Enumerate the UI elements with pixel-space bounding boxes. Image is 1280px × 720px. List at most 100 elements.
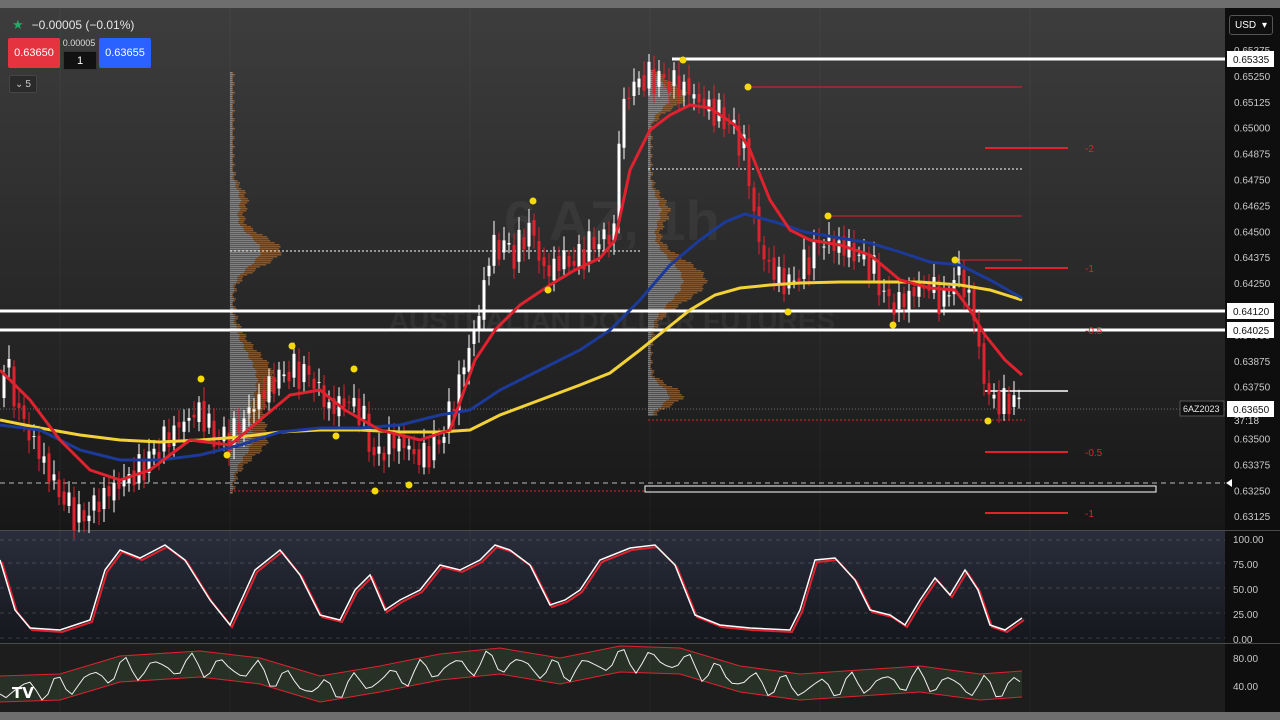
volume-profile-left-bar bbox=[230, 378, 258, 380]
candle-body bbox=[32, 436, 36, 438]
volume-profile-left-bar bbox=[230, 308, 234, 310]
volume-profile-right-bar bbox=[669, 90, 684, 92]
volume-profile-left-bar bbox=[230, 176, 233, 178]
volume-profile-left-bar bbox=[233, 314, 236, 316]
volume-profile-right-bar bbox=[648, 126, 652, 128]
volume-profile-right-bar bbox=[670, 100, 685, 102]
candle-body bbox=[342, 398, 346, 408]
volume-profile-right-bar bbox=[648, 388, 666, 390]
volume-profile-right-bar bbox=[650, 140, 651, 142]
currency-select[interactable]: USD ▾ bbox=[1229, 15, 1273, 35]
sell-button[interactable]: 0.63650 bbox=[8, 38, 60, 68]
volume-profile-left-bar bbox=[230, 230, 245, 232]
volume-profile-right-bar bbox=[650, 168, 651, 170]
volume-profile-left-bar bbox=[230, 386, 257, 388]
volume-profile-right-bar bbox=[648, 154, 651, 156]
volume-profile-left-bar bbox=[232, 304, 234, 306]
volume-profile-left-bar bbox=[232, 138, 235, 140]
candle-body bbox=[882, 290, 886, 292]
volume-profile-left-bar bbox=[230, 116, 232, 118]
volume-profile-right-bar bbox=[659, 248, 668, 250]
volume-profile-left-bar bbox=[230, 128, 233, 130]
volume-profile-left-bar bbox=[234, 476, 238, 478]
volume-profile-left-bar bbox=[251, 264, 267, 266]
candle-body bbox=[67, 492, 71, 506]
volume-profile-left-bar bbox=[230, 260, 255, 262]
volume-profile-left-bar bbox=[230, 154, 233, 156]
candle-body bbox=[262, 390, 266, 400]
candle-body bbox=[177, 422, 181, 428]
volume-profile-left-bar bbox=[233, 92, 235, 94]
volume-profile-left-bar bbox=[237, 332, 243, 334]
volume-profile-left-bar bbox=[230, 124, 232, 126]
candle-body bbox=[777, 266, 781, 284]
volume-profile-right-bar bbox=[648, 234, 657, 236]
volume-profile-left-bar bbox=[230, 192, 240, 194]
volume-profile-left-bar bbox=[230, 300, 233, 302]
indicators-collapse-button[interactable]: ⌄ 5 bbox=[9, 75, 37, 93]
price-axis-tick: 0.64875 bbox=[1234, 150, 1271, 161]
volume-profile-left-bar bbox=[230, 492, 232, 494]
volume-profile-right-bar bbox=[669, 398, 684, 400]
candle-body bbox=[82, 510, 86, 522]
volume-profile-right-bar bbox=[661, 210, 671, 212]
volume-profile-left-bar bbox=[230, 162, 233, 164]
volume-profile-right-bar bbox=[681, 272, 705, 274]
volume-profile-left-bar bbox=[232, 102, 235, 104]
candle-body bbox=[992, 394, 996, 399]
volume-profile-right-bar bbox=[648, 242, 657, 244]
price-axis-tick: 0.65000 bbox=[1234, 124, 1271, 135]
volume-profile-right-bar bbox=[648, 150, 650, 152]
volume-profile-right-bar bbox=[666, 400, 679, 402]
volume-profile-right-bar bbox=[648, 378, 655, 380]
volume-profile-right-bar bbox=[648, 406, 662, 408]
volume-profile-left-bar bbox=[230, 276, 238, 278]
candle-body bbox=[1017, 397, 1021, 400]
volume-profile-left-bar bbox=[230, 150, 232, 152]
volume-profile-left-bar bbox=[237, 214, 243, 216]
volume-profile-right-bar bbox=[648, 236, 657, 238]
volume-profile-left-bar bbox=[239, 338, 246, 340]
lower-axis-tick: 80.00 bbox=[1233, 654, 1258, 665]
volume-profile-left-bar bbox=[232, 176, 235, 178]
volume-profile-right-bar bbox=[673, 262, 692, 264]
volume-profile-right-bar bbox=[648, 122, 652, 124]
volume-profile-left-bar bbox=[230, 278, 238, 280]
candle-body bbox=[682, 81, 686, 96]
volume-profile-left-bar bbox=[230, 392, 255, 394]
chart-canvas[interactable]: 6 AZ, 1hAUSTRALIAN DOLLAR FUTURES-2-1-0.… bbox=[0, 0, 1280, 720]
volume-profile-right-bar bbox=[665, 388, 678, 390]
volume-profile-right-bar bbox=[651, 164, 654, 166]
volume-profile-left-bar bbox=[230, 168, 232, 170]
volume-profile-left-bar bbox=[256, 382, 275, 384]
quantity-input[interactable]: 1 bbox=[63, 51, 97, 70]
volume-profile-right-bar bbox=[650, 154, 653, 156]
volume-profile-right-bar bbox=[648, 364, 650, 366]
volume-profile-left-bar bbox=[232, 114, 233, 116]
volume-profile-left-bar bbox=[230, 112, 232, 114]
swing-point-dot bbox=[223, 451, 231, 459]
volume-profile-right-bar bbox=[648, 370, 652, 372]
volume-profile-right-bar bbox=[648, 300, 672, 302]
candle-body bbox=[572, 260, 576, 266]
volume-profile-left-bar bbox=[244, 270, 255, 272]
volume-profile-left-bar bbox=[230, 256, 259, 258]
volume-profile-right-bar bbox=[648, 350, 650, 352]
candle-body bbox=[752, 187, 756, 212]
volume-profile-right-bar bbox=[666, 306, 679, 308]
volume-profile-left-bar bbox=[230, 388, 258, 390]
star-icon[interactable]: ★ bbox=[12, 17, 24, 33]
volume-profile-right-bar bbox=[677, 292, 698, 294]
volume-profile-right-bar bbox=[667, 392, 680, 394]
volume-profile-left-bar bbox=[230, 474, 234, 476]
volume-profile-left-bar bbox=[230, 100, 233, 102]
volume-profile-left-bar bbox=[232, 96, 233, 98]
volume-profile-left-bar bbox=[230, 384, 256, 386]
volume-profile-right-bar bbox=[648, 248, 660, 250]
volume-profile-left-bar bbox=[254, 262, 271, 264]
candle-body bbox=[252, 409, 256, 412]
buy-button[interactable]: 0.63655 bbox=[99, 38, 151, 68]
candle-body bbox=[637, 78, 641, 88]
volume-profile-right-bar bbox=[650, 350, 652, 352]
candle-body bbox=[397, 438, 401, 452]
